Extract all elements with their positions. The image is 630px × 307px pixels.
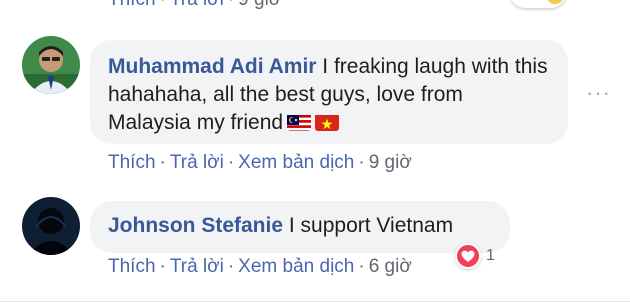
haha-icon <box>546 0 564 4</box>
previous-comment-actions: Thích·Trả lời·9 giờ <box>108 0 281 11</box>
more-options-icon[interactable]: ··· <box>586 80 611 106</box>
reaction-count-label: 1 <box>486 247 495 264</box>
reaction-count[interactable]: 1 <box>455 243 495 269</box>
comment-actions: Thích · Trả lời · Xem bản dịch · 6 giờ <box>108 256 412 277</box>
comment-bubble: Johnson Stefanie I support Vietnam <box>90 201 510 253</box>
comment-bubble: Muhammad Adi Amir I freaking laugh with … <box>90 40 568 144</box>
comment-author[interactable]: Johnson Stefanie <box>108 214 283 237</box>
comment-thread: Thích·Trả lời·9 giờ Muhammad Adi Amir I … <box>0 0 630 307</box>
profile-photo <box>22 197 80 255</box>
comment-time: 9 giờ <box>368 152 412 173</box>
translate-link[interactable]: Xem bản dịch <box>238 152 354 173</box>
divider <box>0 301 630 302</box>
reply-link[interactable]: Trả lời <box>170 0 224 10</box>
profile-photo <box>22 36 80 94</box>
reply-link[interactable]: Trả lời <box>170 152 224 173</box>
avatar[interactable] <box>22 197 80 255</box>
avatar[interactable] <box>22 36 80 94</box>
translate-link[interactable]: Xem bản dịch <box>238 256 354 277</box>
reply-link[interactable]: Trả lời <box>170 256 224 277</box>
heart-icon <box>455 243 481 269</box>
comment-text: I support Vietnam <box>283 214 454 237</box>
malaysia-flag-icon <box>287 113 312 131</box>
like-link[interactable]: Thích <box>108 256 156 277</box>
comment-author[interactable]: Muhammad Adi Amir <box>108 55 316 78</box>
like-link[interactable]: Thích <box>108 0 156 10</box>
comment-actions: Thích · Trả lời · Xem bản dịch · 9 giờ <box>108 152 412 173</box>
like-link[interactable]: Thích <box>108 152 156 173</box>
comment-time: 9 giờ <box>238 0 281 10</box>
reaction-summary[interactable] <box>510 0 566 8</box>
comment-time: 6 giờ <box>368 256 412 277</box>
vietnam-flag-icon <box>315 113 340 131</box>
